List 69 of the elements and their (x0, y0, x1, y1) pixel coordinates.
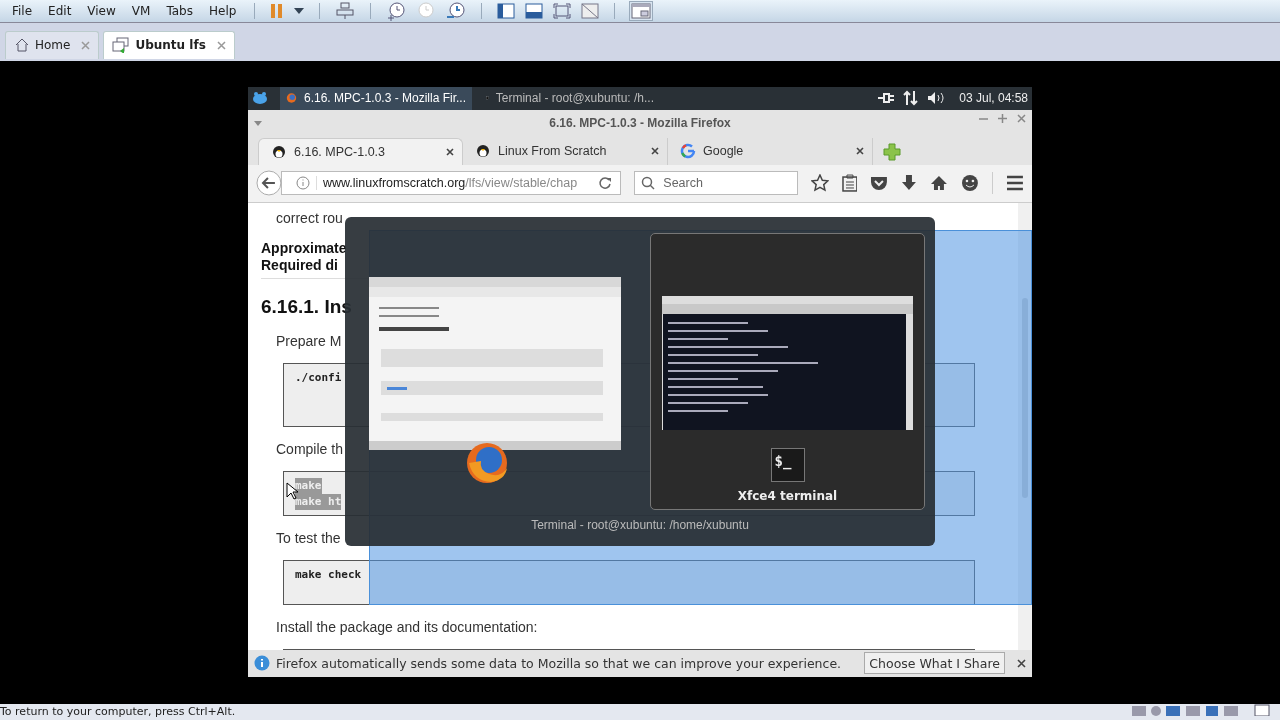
menu-item[interactable]: View (79, 4, 124, 18)
vm-tab[interactable]: Ubuntu lfs (103, 30, 235, 59)
reload-icon[interactable] (598, 176, 613, 191)
paragraph: Install the package and its documentation: (275, 617, 539, 637)
window-title: 6.16. MPC-1.0.3 - Mozilla Firefox (549, 116, 731, 131)
volume-icon[interactable] (927, 91, 946, 106)
window-label: Xfce4 terminal (737, 488, 838, 503)
choose-button[interactable]: Choose What I Share (864, 652, 1005, 675)
firefox-icon (286, 91, 297, 106)
info-icon (295, 176, 310, 191)
menu-item[interactable]: Help (200, 4, 245, 18)
vm-icon (112, 37, 131, 54)
menu-icon[interactable] (1006, 175, 1024, 192)
menu-item[interactable]: Tabs (158, 4, 201, 18)
power-plug-icon[interactable] (877, 92, 896, 105)
notification-text: Firefox automatically sends some data to Mozilla so that we can improve your experience. (276, 655, 843, 671)
xfce-mouse-icon[interactable] (252, 91, 268, 106)
fullscreen-icon[interactable] (553, 3, 572, 19)
menu-item[interactable]: Edit (40, 4, 80, 18)
close-icon[interactable] (1017, 658, 1026, 668)
caret-icon[interactable] (294, 8, 305, 14)
home-icon[interactable] (930, 175, 949, 192)
firefox-icon (465, 440, 509, 485)
menu-item[interactable]: File (4, 4, 41, 18)
menu-item[interactable]: VM (123, 4, 159, 18)
switcher-item[interactable]: $_ Xfce4 terminal (650, 232, 925, 510)
paragraph: Prepare M (275, 331, 343, 351)
google-g-icon (680, 143, 696, 160)
spec-label: Required di (261, 256, 338, 274)
paragraph: Compile th (275, 439, 344, 459)
penguin-icon (271, 143, 287, 160)
browser-tab[interactable]: 6.16. MPC-1.0.3 (258, 137, 463, 165)
search-icon (641, 176, 656, 191)
window-menu-caret-icon[interactable] (254, 120, 262, 126)
code-line: make check (295, 566, 362, 583)
home-icon (14, 37, 30, 54)
scrollbar[interactable] (1018, 202, 1032, 650)
taskbar-button[interactable]: Terminal - root@xubuntu: /h... (480, 86, 660, 110)
clock-wrench-icon[interactable] (446, 1, 467, 21)
code-line: ./confi (295, 369, 342, 386)
paragraph: To test the (275, 528, 342, 548)
url-field[interactable]: www.linuxfromscratch.org/lfs/view/stable/chap (280, 171, 622, 196)
info-icon (254, 655, 270, 672)
star-icon[interactable] (810, 174, 829, 193)
clock[interactable]: 03 Jul, 04:58 (959, 91, 1028, 106)
sidebar-icon[interactable] (497, 3, 516, 19)
close-tab-icon[interactable] (446, 147, 454, 156)
penguin-icon (475, 143, 491, 160)
window-icon[interactable] (630, 2, 653, 20)
back-button[interactable] (256, 170, 282, 197)
console-icon[interactable] (525, 3, 544, 19)
browser-tab[interactable]: Linux From Scratch (463, 137, 668, 165)
taskbar-button[interactable]: 6.16. MPC-1.0.3 - Mozilla Fir... (280, 86, 472, 110)
close-tab-icon[interactable] (651, 147, 659, 156)
clipboard-icon[interactable] (841, 174, 858, 193)
clock-add-icon[interactable] (386, 1, 407, 21)
vm-tab[interactable]: Home (5, 30, 100, 59)
maximize-icon[interactable] (998, 113, 1007, 123)
window-caption: Terminal - root@xubuntu: /home/xubuntu (531, 517, 749, 532)
paragraph: correct rou (275, 208, 344, 228)
smiley-icon[interactable] (961, 174, 980, 193)
pocket-icon[interactable] (870, 175, 889, 192)
search-field[interactable]: Search (634, 171, 798, 196)
status-text: To return to your computer, press Ctrl+Alt. (0, 704, 236, 720)
network-icon[interactable] (903, 90, 920, 107)
close-tab-icon[interactable] (856, 147, 864, 156)
browser-tab[interactable]: Google (668, 137, 873, 165)
search-input[interactable]: Search (661, 175, 786, 192)
terminal-icon: $_ (770, 447, 805, 482)
